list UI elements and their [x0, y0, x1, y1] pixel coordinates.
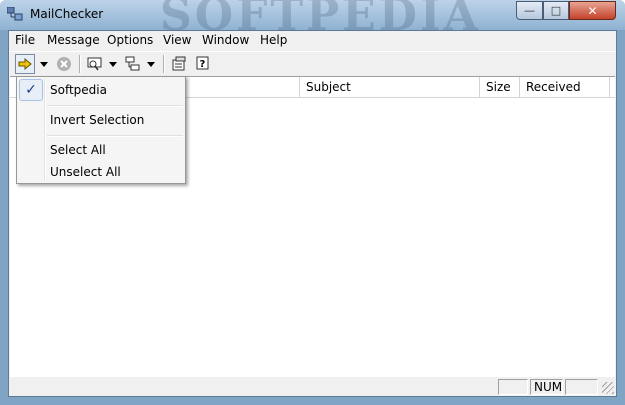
preview-dropdown[interactable] [107, 54, 119, 74]
column-header-received[interactable]: Received [520, 77, 610, 97]
check-mail-icon [18, 58, 32, 70]
window-title: MailChecker [30, 7, 104, 21]
menu-item-softpedia[interactable]: Softpedia [50, 83, 107, 97]
toolbar-separator [163, 55, 165, 73]
check-mail-dropdown-menu: ✓ Softpedia Invert Selection Select All … [16, 76, 186, 184]
stop-button[interactable] [55, 54, 73, 74]
check-mail-button[interactable] [15, 54, 35, 74]
toolbar-separator [79, 55, 81, 73]
checkmark-icon: ✓ [19, 79, 43, 101]
menu-help[interactable]: Help [260, 33, 287, 47]
minimize-icon: — [524, 4, 535, 17]
preview-button[interactable] [85, 54, 105, 74]
menu-item-invert-selection[interactable]: Invert Selection [50, 113, 144, 127]
help-icon: ? [196, 56, 209, 70]
column-header-subject[interactable]: Subject [300, 77, 480, 97]
resize-grip[interactable] [602, 382, 614, 394]
title-bar[interactable]: SOFTPEDIA MailChecker — □ ✕ [0, 0, 625, 41]
close-icon: ✕ [587, 3, 598, 18]
move-button[interactable] [123, 54, 143, 74]
maximize-button[interactable]: □ [543, 1, 569, 20]
move-icon [125, 56, 140, 71]
app-icon [7, 7, 23, 21]
dropdown-arrow-icon [147, 61, 155, 67]
properties-icon [172, 56, 186, 71]
app-window: SOFTPEDIA MailChecker — □ ✕ File Message… [0, 0, 625, 405]
help-button[interactable]: ? [193, 54, 213, 74]
status-bar: NUM [9, 377, 616, 396]
menu-gutter [44, 79, 46, 181]
stop-icon [57, 57, 71, 71]
dropdown-arrow-icon [109, 61, 117, 67]
preview-icon [87, 57, 102, 71]
minimize-button[interactable]: — [516, 1, 543, 20]
menu-file[interactable]: File [15, 33, 35, 47]
menu-window[interactable]: Window [202, 33, 249, 47]
menu-message[interactable]: Message [47, 33, 100, 47]
menu-view[interactable]: View [163, 33, 191, 47]
svg-text:?: ? [200, 59, 206, 70]
menu-item-unselect-all[interactable]: Unselect All [50, 165, 121, 179]
properties-button[interactable] [169, 54, 189, 74]
status-num: NUM [530, 379, 563, 395]
menu-bar: File Message Options View Window Help [9, 31, 616, 51]
maximize-icon: □ [550, 4, 562, 17]
dropdown-arrow-icon [40, 61, 48, 67]
move-dropdown[interactable] [145, 54, 157, 74]
status-pane-empty [498, 379, 528, 395]
menu-separator [47, 135, 183, 137]
toolbar: ? [9, 51, 616, 77]
column-header-size[interactable]: Size [480, 77, 520, 97]
close-button[interactable]: ✕ [569, 1, 616, 20]
status-pane-empty [565, 379, 598, 395]
menu-separator [47, 105, 183, 107]
check-mail-dropdown[interactable] [37, 54, 51, 74]
menu-options[interactable]: Options [107, 33, 153, 47]
menu-item-select-all[interactable]: Select All [50, 143, 106, 157]
